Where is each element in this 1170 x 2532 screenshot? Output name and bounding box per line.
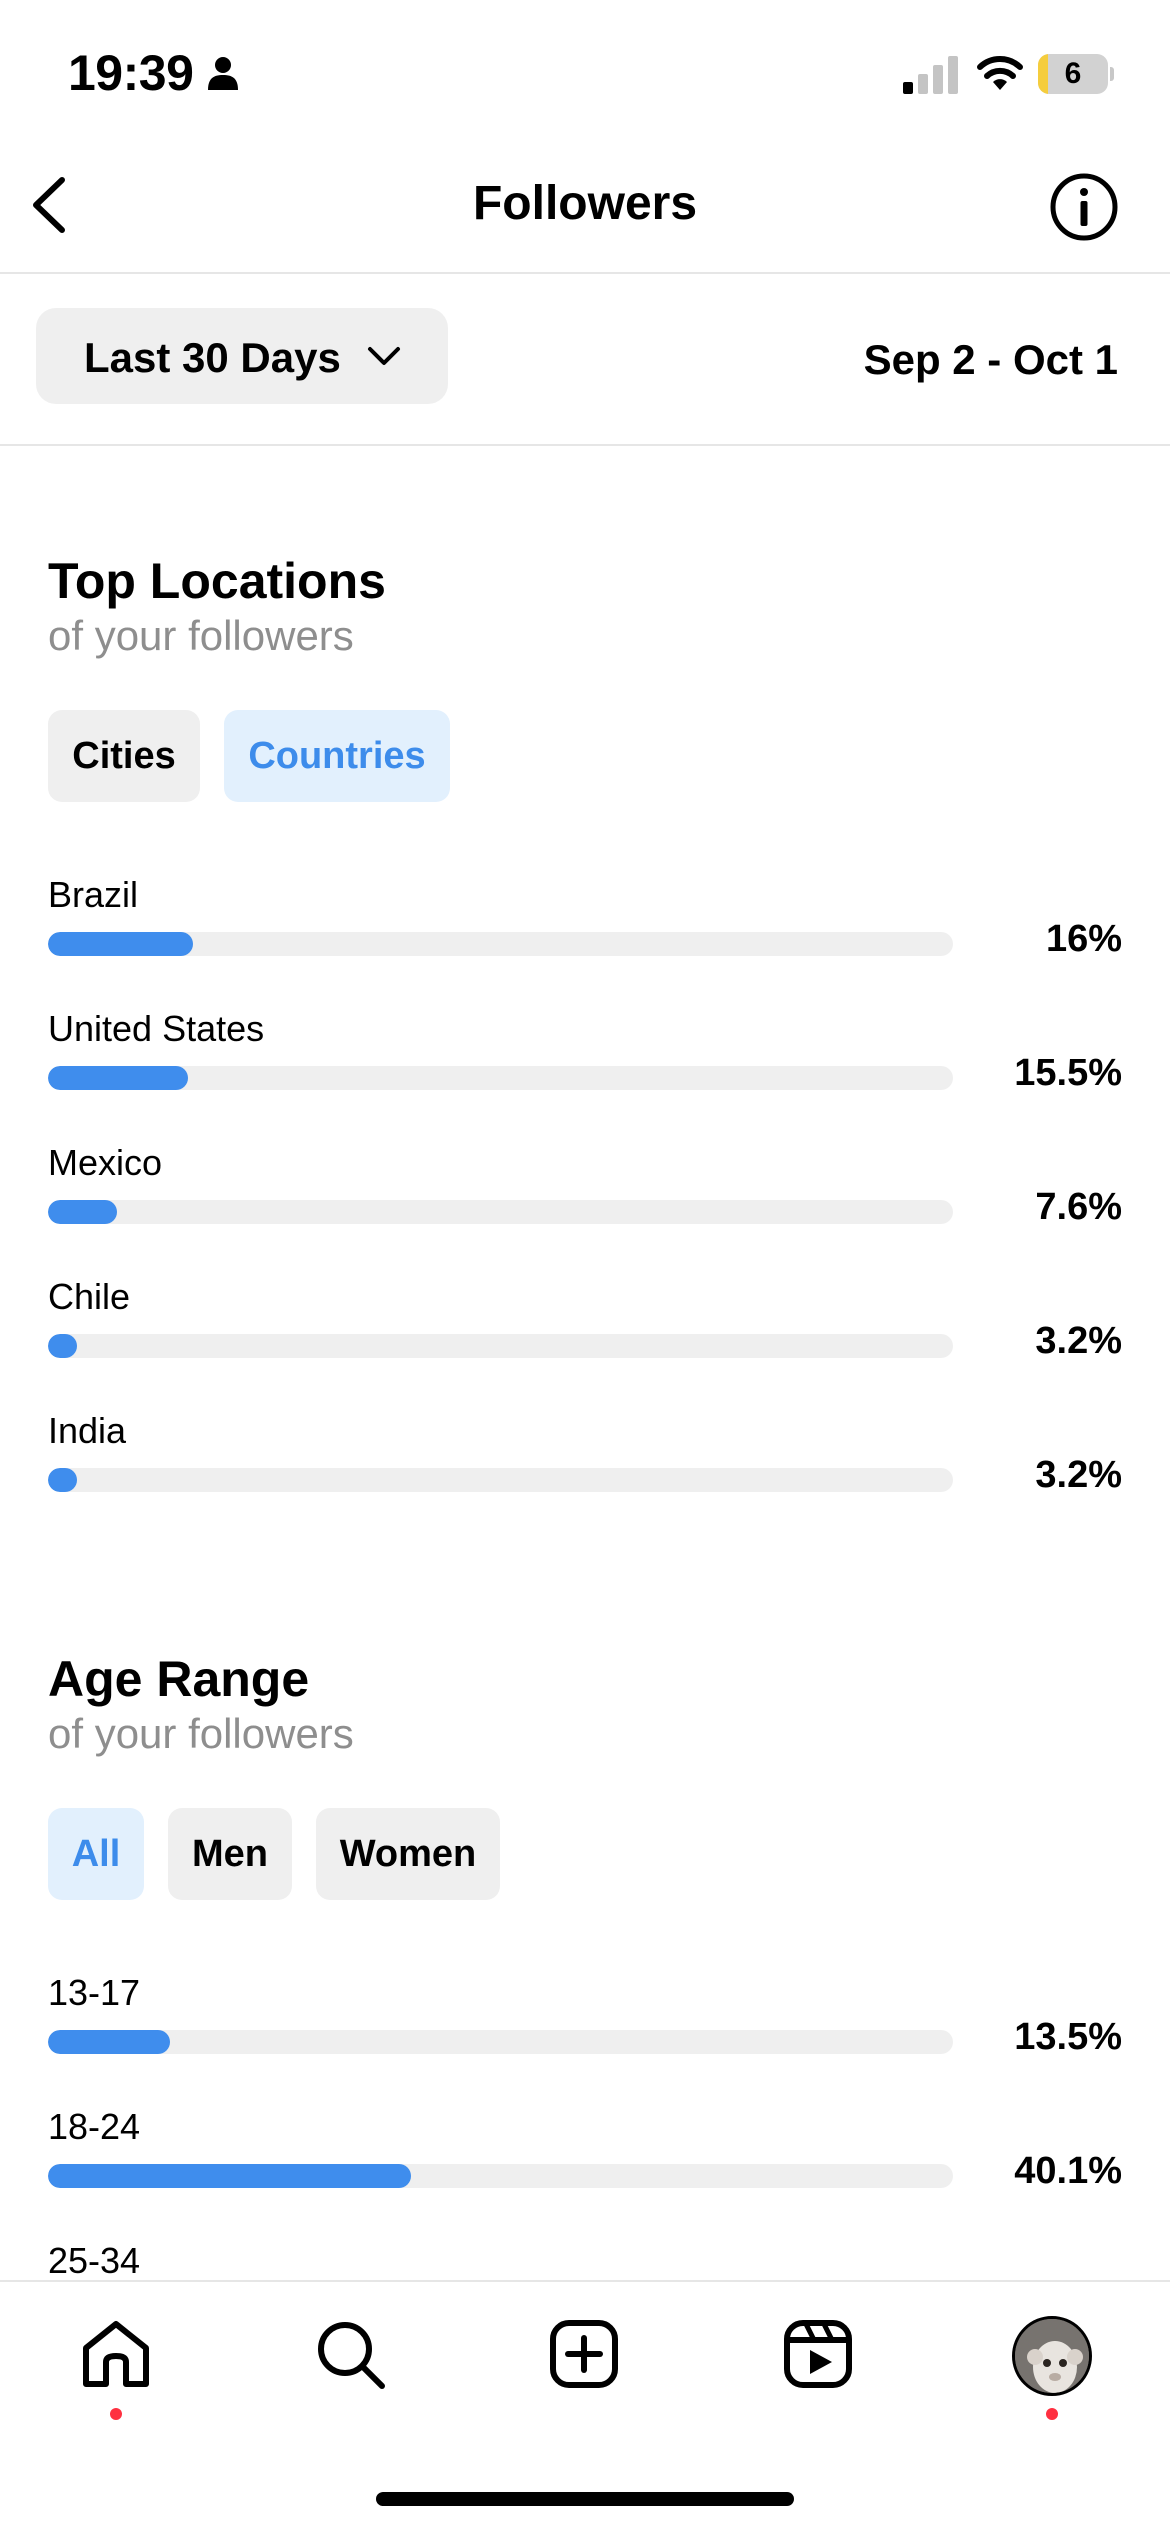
bar-track [48, 932, 953, 956]
page-title: Followers [472, 177, 698, 230]
profile-avatar[interactable] [1012, 2316, 1092, 2396]
date-range-label: Last 30 Days [84, 334, 341, 381]
bar-fill [48, 2164, 411, 2188]
bar-track [48, 1066, 953, 1090]
age-row: 18-24 40.1% [48, 2106, 1122, 2216]
battery-icon: 6 [1038, 54, 1114, 94]
location-percent: 7.6% [1035, 1186, 1122, 1228]
tab-reels[interactable] [758, 2318, 878, 2428]
tab-home[interactable] [56, 2318, 176, 2428]
status-bar: 19:39 6 [0, 0, 1170, 140]
location-name: India [48, 1410, 127, 1451]
chevron-down-icon [368, 347, 400, 365]
age-label: 18-24 [48, 2106, 141, 2147]
location-name: United States [48, 1008, 265, 1049]
bar-fill [48, 1200, 117, 1224]
home-icon [83, 2321, 149, 2387]
tab-men[interactable]: Men [168, 1808, 292, 1900]
person-icon [208, 57, 238, 90]
location-percent: 16% [1045, 918, 1122, 960]
bar-fill [48, 1468, 77, 1492]
tab-countries[interactable]: Countries [224, 710, 450, 802]
bar-fill [48, 932, 193, 956]
location-name: Mexico [48, 1142, 163, 1183]
top-locations-title: Top Locations [48, 553, 386, 609]
bar-fill [48, 1334, 77, 1358]
location-row: India 3.2% [48, 1410, 1122, 1520]
bar-track [48, 1334, 953, 1358]
top-locations-subtitle: of your followers [48, 612, 354, 659]
location-row: United States 15.5% [48, 1008, 1122, 1118]
battery-body: 6 [1038, 54, 1108, 94]
reels-icon [784, 2320, 852, 2388]
search-icon [318, 2322, 385, 2389]
age-percent: 40.1% [1014, 2150, 1122, 2192]
filter-bar: Last 30 Days Sep 2 - Oct 1 [0, 274, 1170, 446]
location-row: Chile 3.2% [48, 1276, 1122, 1386]
bar-track [48, 1200, 953, 1224]
wifi-icon [977, 56, 1023, 90]
date-range-dropdown[interactable]: Last 30 Days [36, 308, 448, 404]
age-percent: 13.5% [1014, 2016, 1122, 2058]
notification-dot [110, 2408, 122, 2420]
bar-fill [48, 2030, 171, 2054]
date-range-text: Sep 2 - Oct 1 [863, 336, 1118, 383]
status-time: 19:39 [68, 45, 194, 101]
location-name: Brazil [48, 874, 139, 915]
signal-icon [903, 56, 958, 94]
location-percent: 15.5% [1014, 1052, 1122, 1094]
bar-track [48, 2164, 953, 2188]
location-row: Brazil 16% [48, 874, 1122, 984]
followers-insights-screen: 19:39 6 Followers Last 30 Days Sep 2 - O… [0, 0, 1170, 2532]
tab-create[interactable] [524, 2318, 644, 2428]
add-post-icon [550, 2320, 618, 2388]
bar-fill [48, 1066, 189, 1090]
tab-cities[interactable]: Cities [48, 710, 200, 802]
battery-level: 6 [1064, 57, 1082, 90]
bottom-tab-bar [0, 2280, 1170, 2532]
location-percent: 3.2% [1035, 1320, 1122, 1362]
age-range-subtitle: of your followers [48, 1710, 354, 1757]
tab-search[interactable] [290, 2318, 410, 2428]
age-label: 13-17 [48, 1972, 141, 2013]
bar-track [48, 1468, 953, 1492]
nav-header: Followers [0, 140, 1170, 274]
location-name: Chile [48, 1276, 131, 1317]
age-range-title: Age Range [48, 1651, 310, 1707]
notification-dot [1046, 2408, 1058, 2420]
profile-photo [1015, 2319, 1089, 2393]
age-label: 25-34 [48, 2240, 141, 2281]
tab-women[interactable]: Women [316, 1808, 500, 1900]
tab-all[interactable]: All [48, 1808, 144, 1900]
battery-cap [1110, 67, 1114, 81]
info-icon[interactable] [1049, 172, 1119, 242]
location-percent: 3.2% [1035, 1454, 1122, 1496]
location-row: Mexico 7.6% [48, 1142, 1122, 1252]
home-indicator [376, 2492, 794, 2506]
age-row: 13-17 13.5% [48, 1972, 1122, 2082]
bar-track [48, 2030, 953, 2054]
